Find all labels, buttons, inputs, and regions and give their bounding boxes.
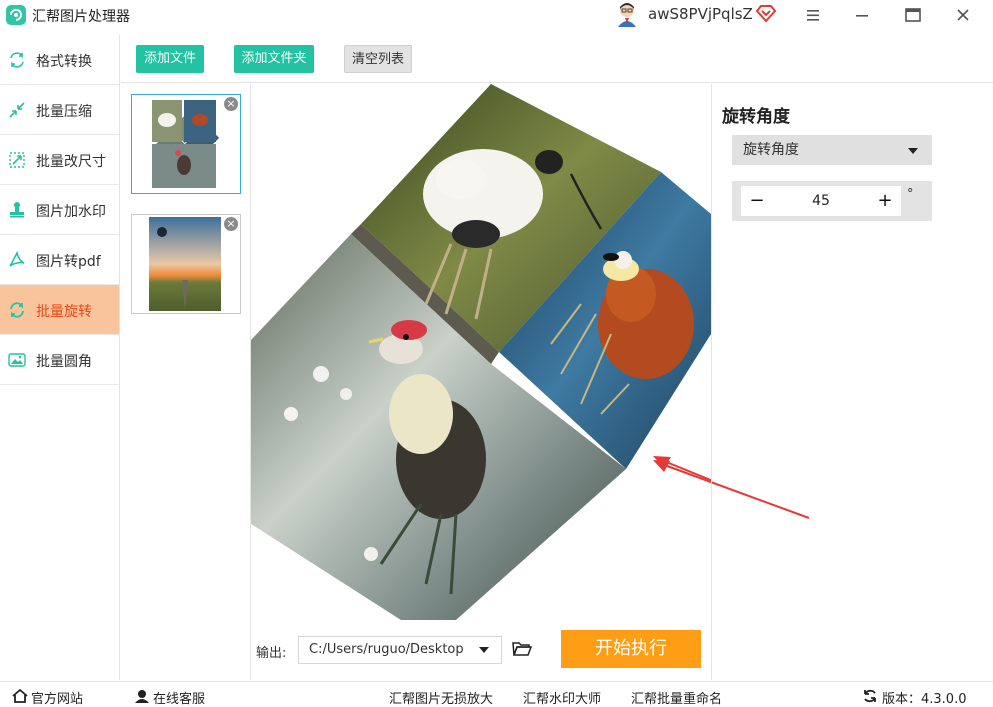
version-text: 版本：4.3.0.0 — [882, 692, 967, 707]
maximize-icon[interactable] — [902, 4, 924, 26]
resize-icon — [8, 151, 26, 169]
sidebar-item-round-corner[interactable]: 批量圆角 — [0, 335, 119, 385]
sidebar-item-compress[interactable]: 批量压缩 — [0, 85, 119, 135]
home-icon — [12, 688, 28, 707]
degree-unit: ° — [907, 187, 914, 202]
sidebar: 格式转换 批量压缩 批量改尺寸 图片加水印 图片转pdf 批量旋转 批量圆角 — [0, 35, 120, 680]
toolbar: 添加文件 添加文件夹 清空列表 — [121, 35, 993, 83]
close-icon[interactable] — [952, 4, 974, 26]
watermark-stamp-icon — [8, 201, 26, 219]
sidebar-item-resize[interactable]: 批量改尺寸 — [0, 135, 119, 185]
sidebar-item-to-pdf[interactable]: 图片转pdf — [0, 235, 119, 285]
remove-file-icon[interactable]: × — [224, 97, 238, 111]
sidebar-item-label: 批量压缩 — [36, 104, 92, 120]
rotate-settings-panel: 旋转角度 旋转角度 − + ° — [711, 84, 993, 680]
footer-link-watermark[interactable]: 汇帮水印大师 — [523, 688, 601, 707]
thumbnail-image — [149, 217, 221, 311]
sidebar-item-rotate[interactable]: 批量旋转 — [0, 285, 119, 335]
refresh-icon[interactable] — [862, 688, 878, 707]
sidebar-item-format-convert[interactable]: 格式转换 — [0, 35, 119, 85]
footer: 官方网站 在线客服 汇帮图片无损放大 汇帮水印大师 汇帮批量重命名 版本：4.3… — [0, 681, 993, 707]
app-logo-icon — [6, 5, 26, 25]
sidebar-item-watermark[interactable]: 图片加水印 — [0, 185, 119, 235]
footer-link-upscale[interactable]: 汇帮图片无损放大 — [389, 688, 493, 707]
file-thumbnail[interactable]: × — [131, 214, 241, 314]
decrement-button[interactable]: − — [743, 186, 771, 216]
footer-link-rename[interactable]: 汇帮批量重命名 — [631, 688, 722, 707]
file-thumbnail[interactable]: × — [131, 94, 241, 194]
output-path-value: C:/Users/ruguo/Desktop — [309, 642, 464, 657]
angle-stepper-container: − + ° — [732, 181, 932, 221]
chevron-down-icon — [479, 647, 489, 653]
customer-service-icon — [134, 688, 150, 707]
angle-stepper: − + — [741, 186, 901, 216]
angle-input[interactable] — [771, 186, 871, 216]
add-file-button[interactable]: 添加文件 — [136, 45, 204, 73]
rotate-mode-value: 旋转角度 — [743, 142, 799, 158]
open-folder-icon[interactable] — [512, 640, 533, 662]
sidebar-item-label: 图片加水印 — [36, 204, 106, 220]
sidebar-item-label: 批量圆角 — [36, 354, 92, 370]
rotate-mode-select[interactable]: 旋转角度 — [732, 135, 932, 165]
sidebar-item-label: 批量改尺寸 — [36, 154, 106, 170]
online-support-link[interactable]: 在线客服 — [153, 688, 205, 707]
sidebar-item-label: 格式转换 — [36, 54, 92, 70]
title-bar: 汇帮图片处理器 awS8PVjPqlsZ — [0, 0, 993, 30]
panel-title: 旋转角度 — [722, 107, 790, 127]
round-corner-image-icon — [8, 351, 26, 369]
official-site-link[interactable]: 官方网站 — [31, 688, 83, 707]
avatar[interactable] — [615, 1, 639, 27]
sidebar-item-label: 图片转pdf — [36, 254, 101, 270]
chevron-down-icon — [908, 148, 918, 154]
vip-heart-icon[interactable] — [755, 4, 777, 26]
clear-list-button[interactable]: 清空列表 — [344, 45, 412, 73]
menu-icon[interactable] — [802, 4, 824, 26]
start-button[interactable]: 开始执行 — [561, 630, 701, 668]
compress-icon — [8, 101, 26, 119]
add-folder-button[interactable]: 添加文件夹 — [234, 45, 314, 73]
pdf-icon — [8, 250, 26, 269]
thumbnail-image — [132, 95, 240, 193]
username: awS8PVjPqlsZ — [648, 5, 753, 23]
minimize-icon[interactable] — [851, 4, 873, 26]
rotated-image-preview — [251, 84, 711, 620]
rotate-icon — [8, 301, 26, 319]
file-list: × × — [121, 84, 251, 680]
output-label: 输出: — [256, 646, 287, 661]
format-convert-icon — [8, 51, 26, 69]
output-path-select[interactable]: C:/Users/ruguo/Desktop — [298, 636, 502, 664]
remove-file-icon[interactable]: × — [224, 217, 238, 231]
increment-button[interactable]: + — [871, 186, 899, 216]
sidebar-item-label: 批量旋转 — [36, 304, 92, 320]
app-title: 汇帮图片处理器 — [32, 9, 130, 25]
